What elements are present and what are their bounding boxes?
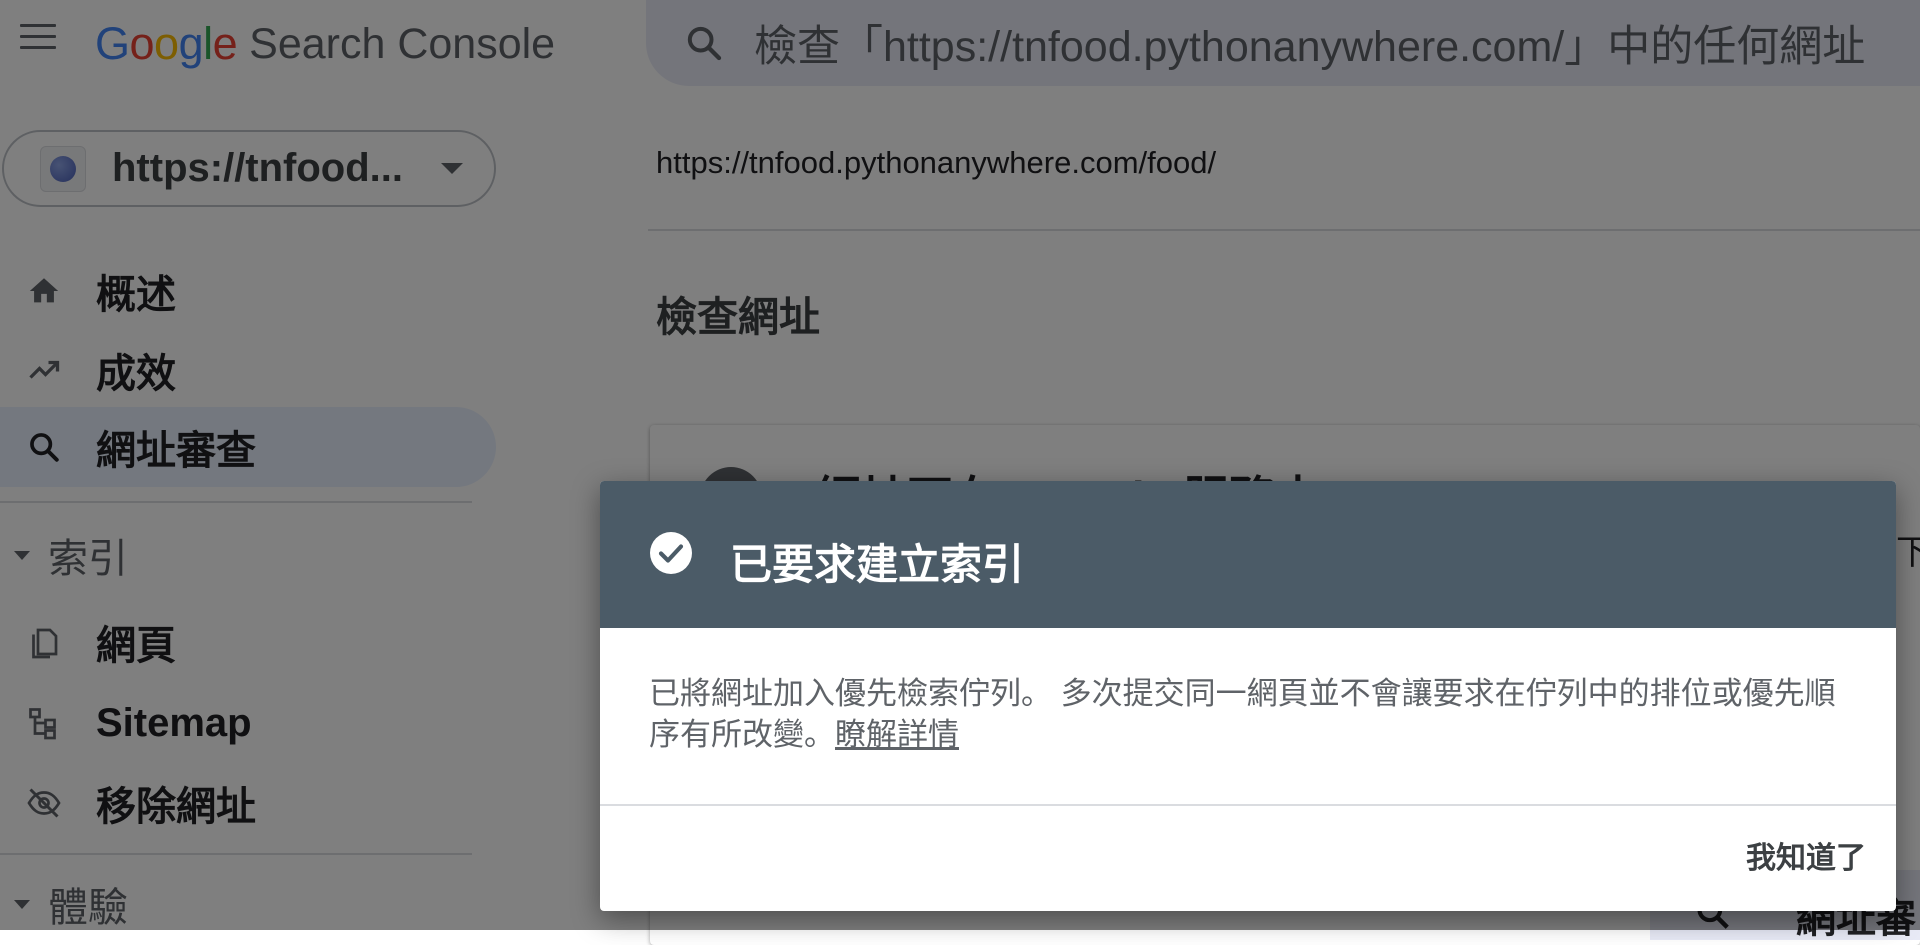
check-circle-icon <box>650 532 692 574</box>
dialog-message: 已將網址加入優先檢索佇列。 多次提交同一網頁並不會讓要求在佇列中的排位或優先順序… <box>649 676 1836 752</box>
dialog-title: 已要求建立索引 <box>730 541 1025 588</box>
got-it-button[interactable]: 我知道了 <box>1746 833 1866 877</box>
dialog-divider <box>600 804 1896 806</box>
indexing-requested-dialog: 已要求建立索引 已將網址加入優先檢索佇列。 多次提交同一網頁並不會讓要求在佇列中… <box>600 481 1896 911</box>
learn-more-link[interactable]: 瞭解詳情 <box>835 717 959 752</box>
dialog-header: 已要求建立索引 <box>600 481 1896 628</box>
